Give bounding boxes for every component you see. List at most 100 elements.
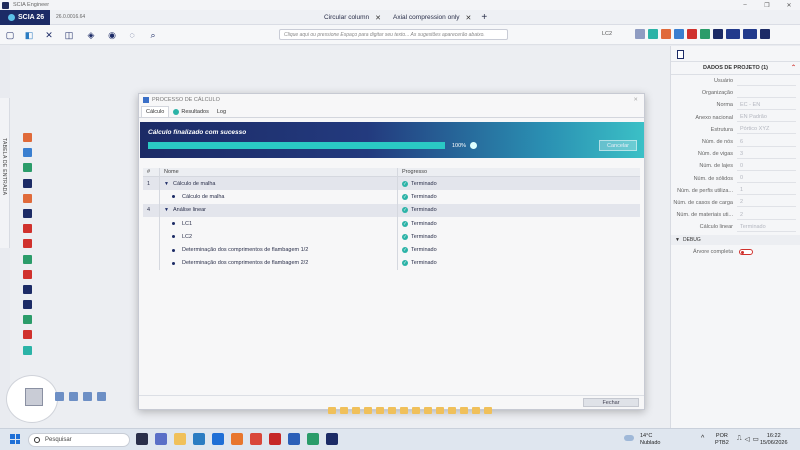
weather-widget[interactable]: 14°C Nublado	[624, 433, 661, 447]
member-icon[interactable]	[23, 133, 32, 142]
tab-resultados[interactable]: Resultados	[169, 107, 213, 117]
table-row[interactable]: Determinação dos comprimentos de flambag…	[143, 243, 640, 257]
table-row[interactable]: 1 ▼ Cálculo de malha ✓ Terminado	[143, 177, 640, 191]
property-value[interactable]: EC - EN	[737, 101, 796, 110]
quick-tool-icon[interactable]	[472, 407, 480, 414]
acrobat-icon[interactable]	[269, 433, 281, 445]
doc-tab-axial-compression[interactable]: Axial compression only ✕	[387, 14, 477, 22]
new-tab-button[interactable]: +	[477, 12, 491, 23]
teams-icon[interactable]	[155, 433, 167, 445]
calc-icon[interactable]	[23, 345, 32, 355]
quick-tool-icon[interactable]	[352, 407, 360, 414]
firefox-icon[interactable]	[231, 433, 243, 445]
settings-icon[interactable]	[760, 29, 770, 39]
chevron-up-icon[interactable]: ^	[701, 435, 704, 442]
view-front-icon[interactable]	[83, 392, 92, 401]
line-load-icon[interactable]	[23, 254, 32, 264]
edge-icon[interactable]	[193, 433, 205, 445]
view-side-icon[interactable]	[97, 392, 106, 401]
eu-flag-icon[interactable]	[726, 29, 740, 39]
chrome-icon[interactable]	[250, 433, 262, 445]
property-value[interactable]: EN Padrão	[737, 113, 796, 123]
volume-icon[interactable]: ◁	[745, 435, 750, 443]
property-value[interactable]: Pórtico XYZ	[737, 125, 796, 135]
store-icon[interactable]	[212, 433, 224, 445]
point-load-icon[interactable]	[23, 239, 32, 249]
table-row[interactable]: LC1 ✓ Terminado	[143, 216, 640, 231]
quick-tool-icon[interactable]	[460, 407, 468, 414]
property-value[interactable]: 0	[737, 174, 796, 184]
loads-icon[interactable]	[661, 29, 671, 39]
view-axes-icon[interactable]	[69, 392, 78, 401]
structure-icon[interactable]: ◫	[64, 30, 74, 40]
design-icon[interactable]	[687, 29, 697, 39]
debug-section[interactable]: ▼ DEBUG	[671, 235, 800, 246]
quick-tool-icon[interactable]	[436, 407, 444, 414]
command-input[interactable]: Clique aqui ou pressione Espaço para dig…	[279, 29, 508, 40]
combination-icon[interactable]	[23, 300, 32, 310]
col-name-header[interactable]: Nome	[159, 167, 397, 177]
measure-icon[interactable]	[23, 315, 32, 325]
table-row[interactable]: Determinação dos comprimentos de flambag…	[143, 256, 640, 271]
eu-flag-icon[interactable]	[743, 29, 757, 39]
property-value[interactable]: 6	[737, 138, 796, 147]
chat-icon[interactable]: ◌	[127, 30, 137, 40]
scia-taskbar-icon[interactable]	[326, 433, 338, 445]
export-icon[interactable]	[713, 29, 723, 39]
visibility-icon[interactable]: ◉	[107, 30, 117, 40]
taskbar-search[interactable]: Pesquisar	[28, 433, 130, 447]
quick-tool-icon[interactable]	[388, 407, 396, 414]
tab-log[interactable]: Log	[213, 107, 230, 117]
full-tree-toggle[interactable]	[739, 248, 753, 255]
property-value[interactable]: 3	[737, 150, 796, 159]
view-cube-icon[interactable]	[25, 388, 43, 406]
view-plan-icon[interactable]	[55, 392, 64, 401]
property-value[interactable]	[737, 89, 796, 98]
quick-tool-icon[interactable]	[448, 407, 456, 414]
cancel-button[interactable]: Cancelar	[599, 140, 637, 151]
property-value[interactable]: Terminado	[737, 223, 796, 232]
brush-icon[interactable]	[23, 208, 32, 218]
close-window-button[interactable]: ✕	[778, 2, 800, 9]
table-row[interactable]: LC2 ✓ Terminado	[143, 230, 640, 244]
app-icon[interactable]	[307, 433, 319, 445]
network-icon[interactable]: ⎍	[737, 435, 742, 443]
view-cube[interactable]	[6, 375, 58, 423]
quick-tool-icon[interactable]	[412, 407, 420, 414]
quick-tool-icon[interactable]	[340, 407, 348, 414]
scia-product-tab[interactable]: SCIA 26	[0, 9, 50, 25]
tab-calculo[interactable]: Cálculo	[141, 106, 170, 117]
collapse-icon[interactable]: ⌃	[791, 62, 796, 75]
file-explorer-icon[interactable]	[174, 433, 186, 445]
windows-start-icon[interactable]	[10, 434, 20, 444]
tools-icon[interactable]: ✕	[44, 30, 54, 40]
clock[interactable]: 16:22 15/06/2026	[760, 433, 788, 447]
3d-view-icon[interactable]: ◈	[86, 30, 96, 40]
close-icon[interactable]: ✕	[633, 97, 638, 103]
layers-icon[interactable]	[23, 284, 32, 294]
close-icon[interactable]: ✕	[375, 14, 381, 22]
new-file-icon[interactable]: ▢	[5, 30, 15, 40]
language-indicator[interactable]: POR PTB2	[715, 433, 729, 447]
col-progress-header[interactable]: Progresso	[397, 167, 640, 177]
battery-icon[interactable]: ▭	[753, 435, 759, 443]
table-row[interactable]: 4 ▼ Análise linear ✓ Terminado	[143, 203, 640, 217]
property-value[interactable]	[737, 77, 796, 86]
plate-icon[interactable]	[23, 163, 32, 173]
close-button[interactable]: Fechar	[583, 398, 639, 407]
mesh-icon[interactable]	[635, 29, 645, 39]
quick-tool-icon[interactable]	[364, 407, 372, 414]
quick-tool-icon[interactable]	[400, 407, 408, 414]
load-icon[interactable]	[23, 224, 32, 234]
load-case-selector[interactable]: LC2	[602, 31, 612, 37]
property-value[interactable]: 1	[737, 186, 796, 196]
close-icon[interactable]: ✕	[466, 14, 472, 22]
support-icon[interactable]	[23, 178, 32, 188]
quick-tool-icon[interactable]	[424, 407, 432, 414]
report-icon[interactable]	[700, 29, 710, 39]
check-icon[interactable]	[648, 29, 658, 39]
doc-tab-circular-column[interactable]: Circular column ✕	[318, 14, 387, 22]
arc-icon[interactable]	[23, 269, 32, 279]
quick-tool-icon[interactable]	[328, 407, 336, 414]
quick-tool-icon[interactable]	[376, 407, 384, 414]
